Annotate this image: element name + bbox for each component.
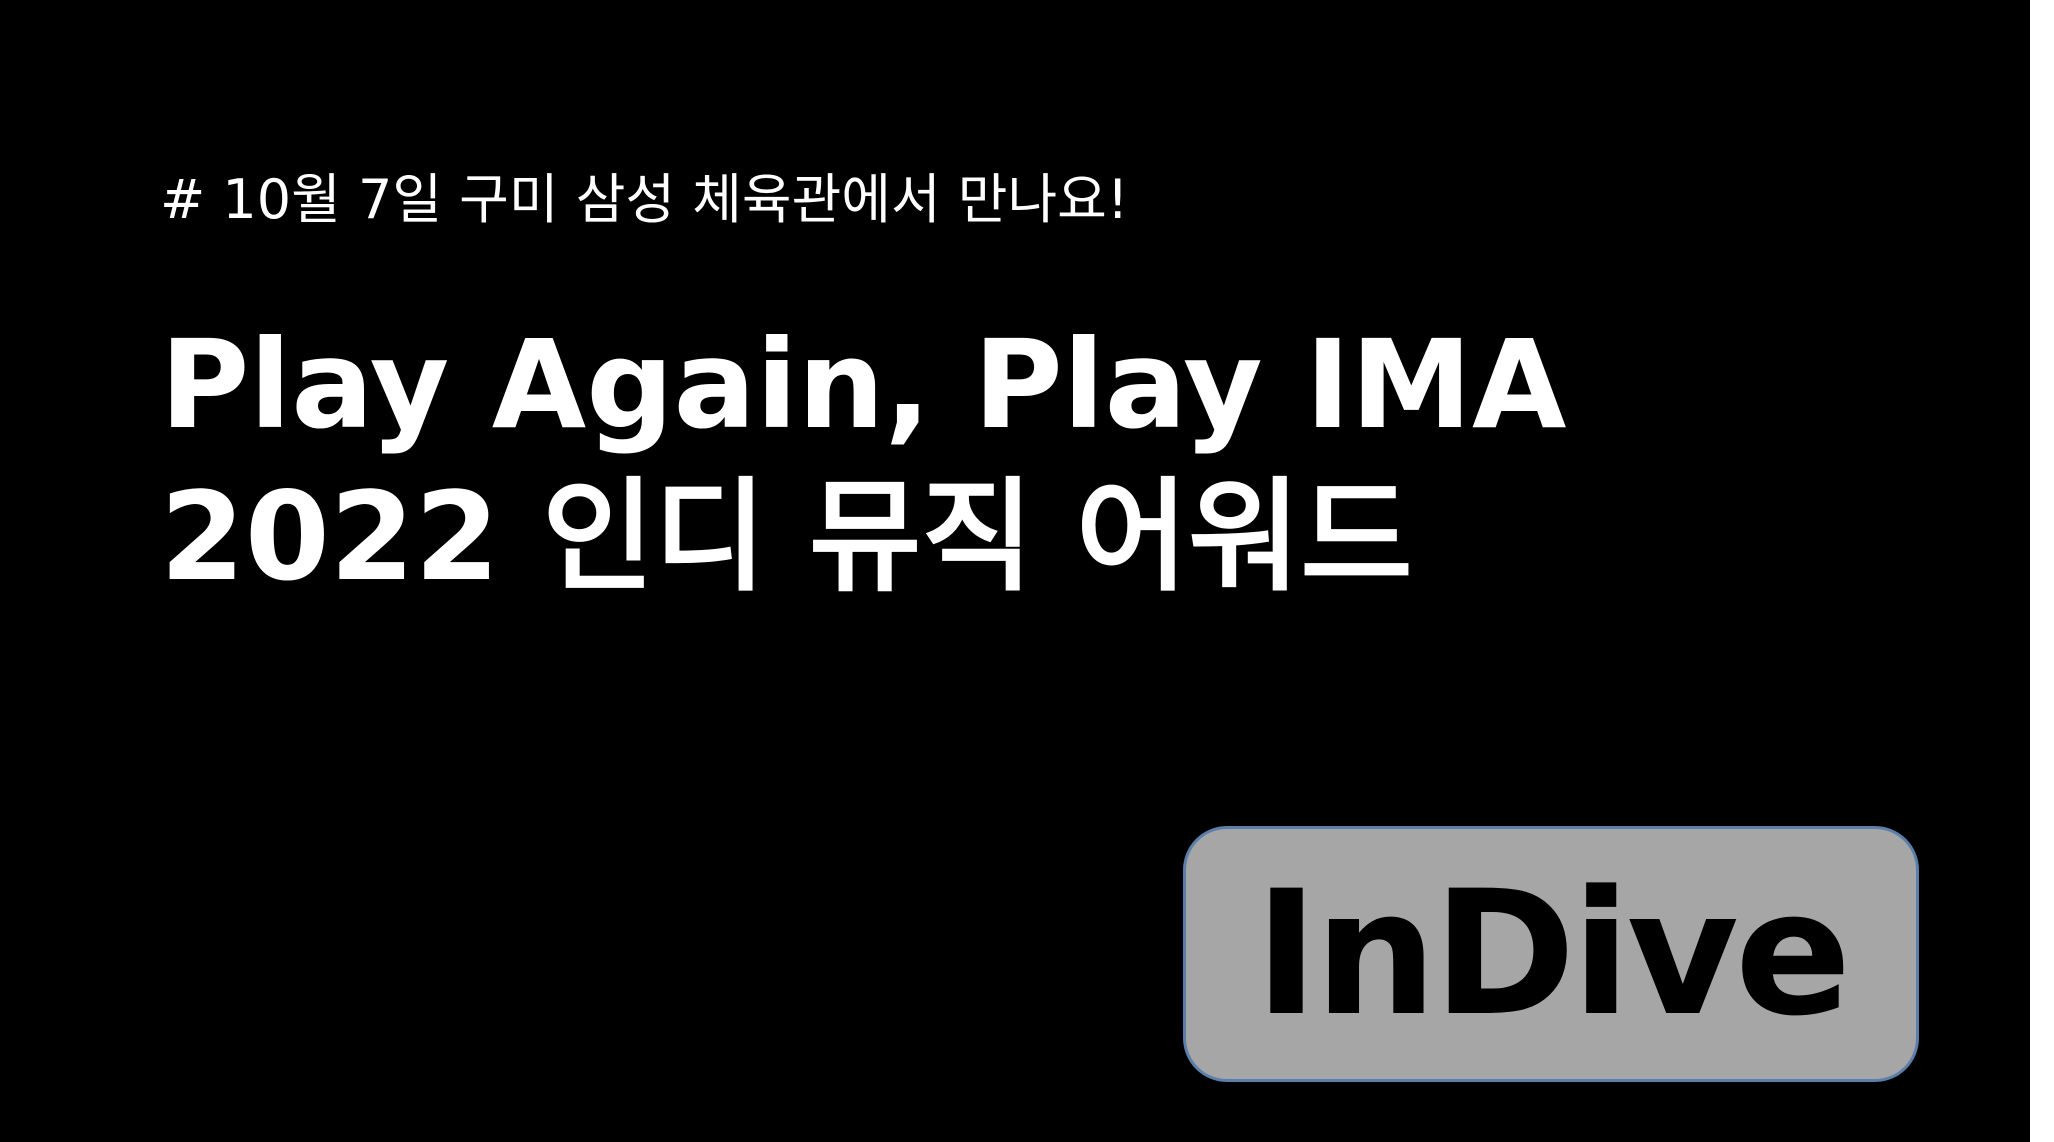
indive-brand-box: InDive [1183, 826, 1919, 1082]
slide-canvas: # 10월 7일 구미 삼성 체육관에서 만나요! Play Again, Pl… [0, 0, 2030, 1142]
title-line-1: Play Again, Play IMA [160, 314, 1567, 456]
event-date-subtitle: # 10월 7일 구미 삼성 체육관에서 만나요! [160, 168, 1129, 231]
brand-label: InDive [1254, 853, 1852, 1054]
title-line-2: 2022 인디 뮤직 어워드 [160, 466, 1413, 608]
